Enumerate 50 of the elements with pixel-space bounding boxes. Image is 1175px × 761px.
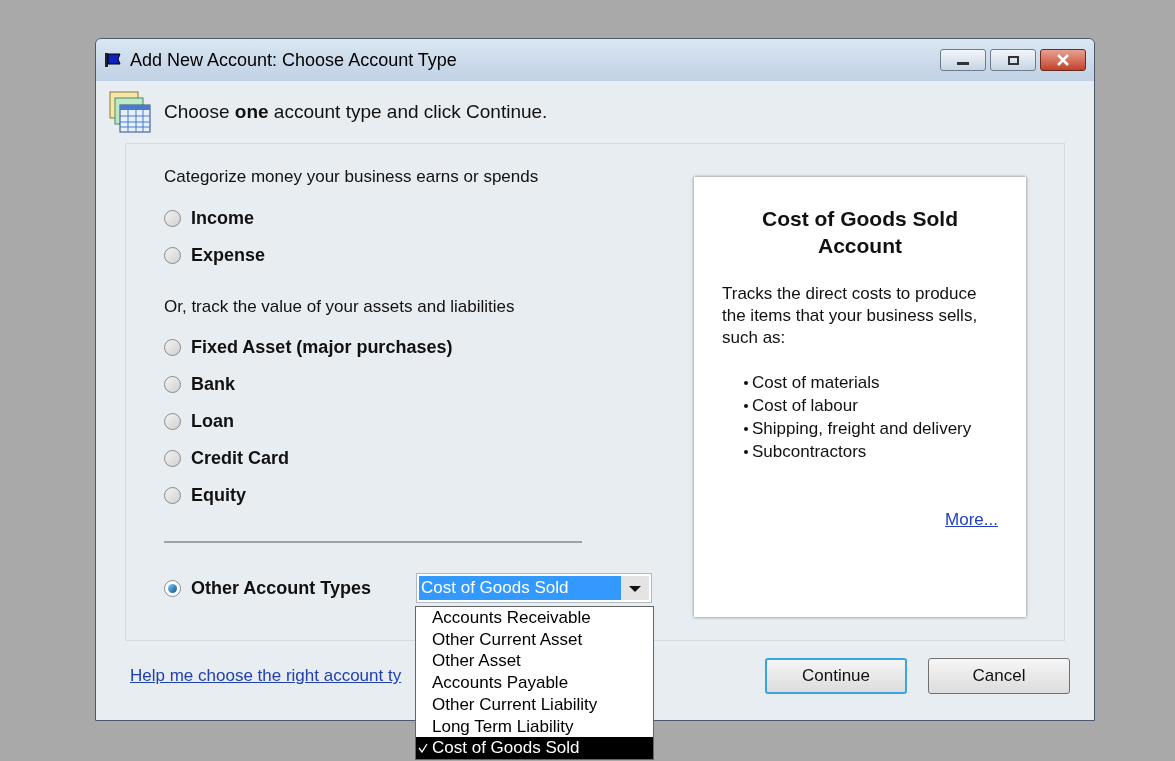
info-bullet: Cost of labour (752, 395, 858, 417)
option-label[interactable]: Credit Card (191, 445, 289, 472)
option-label[interactable]: Bank (191, 371, 235, 398)
section-heading: Or, track the value of your assets and liabilities (164, 295, 516, 318)
radio-button[interactable] (164, 209, 181, 227)
option-label[interactable]: Fixed Asset (major purchases) (191, 334, 453, 361)
more-link[interactable]: More... (945, 507, 998, 533)
radio-button[interactable] (164, 579, 181, 597)
info-bullet: Subcontractors (752, 441, 867, 463)
dropdown-item[interactable]: Cost of Goods Sold (416, 737, 653, 759)
option-label[interactable]: Loan (191, 408, 234, 435)
section-heading: Categorize money your business earns or spends (164, 166, 540, 188)
radio-button[interactable] (164, 339, 181, 356)
check-icon (418, 742, 428, 753)
dropdown-value: Cost of Goods Sold (419, 576, 621, 600)
bullet-icon (744, 380, 748, 385)
dropdown-item[interactable]: Other Current Asset (416, 628, 653, 651)
info-bullet: Cost of materials (752, 372, 880, 394)
radio-button[interactable] (164, 450, 181, 467)
dropdown-item[interactable]: Other Current Liability (416, 693, 653, 716)
flag-icon (104, 52, 122, 68)
close-icon (1056, 54, 1070, 66)
info-bullet: Shipping, freight and delivery (752, 418, 972, 440)
info-title: Cost of Goods Sold Account (761, 206, 959, 259)
dropdown-item[interactable]: Accounts Receivable (416, 607, 653, 629)
option-label[interactable]: Income (191, 204, 255, 232)
radio-button[interactable] (164, 413, 181, 430)
info-description: Tracks the direct costs to produce the items that your business sells, such as: (722, 283, 979, 349)
radio-button[interactable] (164, 376, 181, 393)
help-link[interactable]: Help me choose the right account ty (130, 663, 402, 689)
minimize-button[interactable] (940, 49, 986, 71)
caret-icon (621, 576, 649, 600)
bullet-icon (744, 426, 748, 431)
dropdown-item[interactable]: Long Term Liability (416, 715, 653, 738)
bullet-icon (744, 403, 748, 408)
cancel-button[interactable]: Cancel (928, 658, 1070, 694)
continue-button[interactable]: Continue (765, 658, 907, 694)
dropdown-item[interactable]: Accounts Payable (416, 672, 653, 694)
dropdown-item[interactable]: Other Asset (416, 650, 653, 673)
maximize-button[interactable] (990, 49, 1036, 71)
instruction-text: Choose one account type and click Continue. (164, 99, 548, 124)
ledger-icon (108, 90, 152, 134)
option-label[interactable]: Equity (191, 482, 246, 509)
radio-button[interactable] (164, 487, 181, 504)
option-label[interactable]: Expense (191, 241, 266, 269)
bullet-icon (744, 449, 748, 454)
option-label[interactable]: Other Account Types (191, 574, 372, 602)
radio-button[interactable] (164, 246, 181, 264)
window-title: Add New Account: Choose Account Type (130, 48, 457, 72)
close-button[interactable] (1040, 49, 1086, 71)
